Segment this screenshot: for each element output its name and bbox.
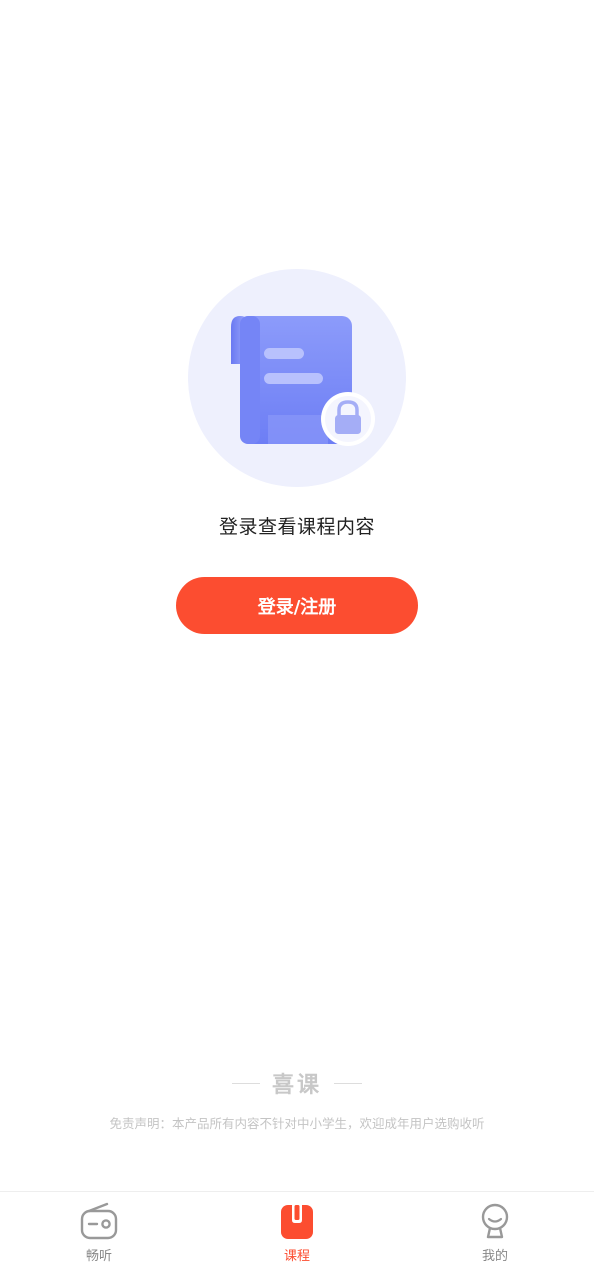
brand-logo-text: 喜课 (271, 1073, 322, 1098)
course-screen: 登录查看课程内容 登录/注册 喜课 免责声明：本产品所有内容不针对中小学生，欢迎… (0, 0, 594, 1280)
tab-profile[interactable]: 我的 (396, 1192, 594, 1280)
tab-listen-label: 畅听 (85, 1249, 112, 1264)
tab-course-label: 课程 (283, 1249, 310, 1264)
tab-course[interactable]: 课程 (198, 1192, 396, 1280)
radio-icon (80, 1202, 118, 1240)
brand-footer: 喜课 (0, 1067, 594, 1099)
course-book-icon (281, 1205, 313, 1239)
profile-icon (481, 1203, 509, 1239)
disclaimer-text: 免责声明：本产品所有内容不针对中小学生，欢迎成年用户选购收听 (109, 1116, 485, 1131)
login-prompt-text: 登录查看课程内容 (218, 516, 375, 538)
login-register-label: 登录/注册 (257, 596, 337, 618)
locked-document-illustration (188, 269, 406, 487)
bottom-tab-bar: 畅听 课程 我的 (0, 1191, 594, 1280)
divider-right (334, 1082, 362, 1084)
login-register-button[interactable]: 登录/注册 (176, 577, 418, 634)
tab-listen[interactable]: 畅听 (0, 1192, 198, 1280)
divider-left (231, 1082, 260, 1084)
tab-profile-label: 我的 (481, 1249, 508, 1264)
